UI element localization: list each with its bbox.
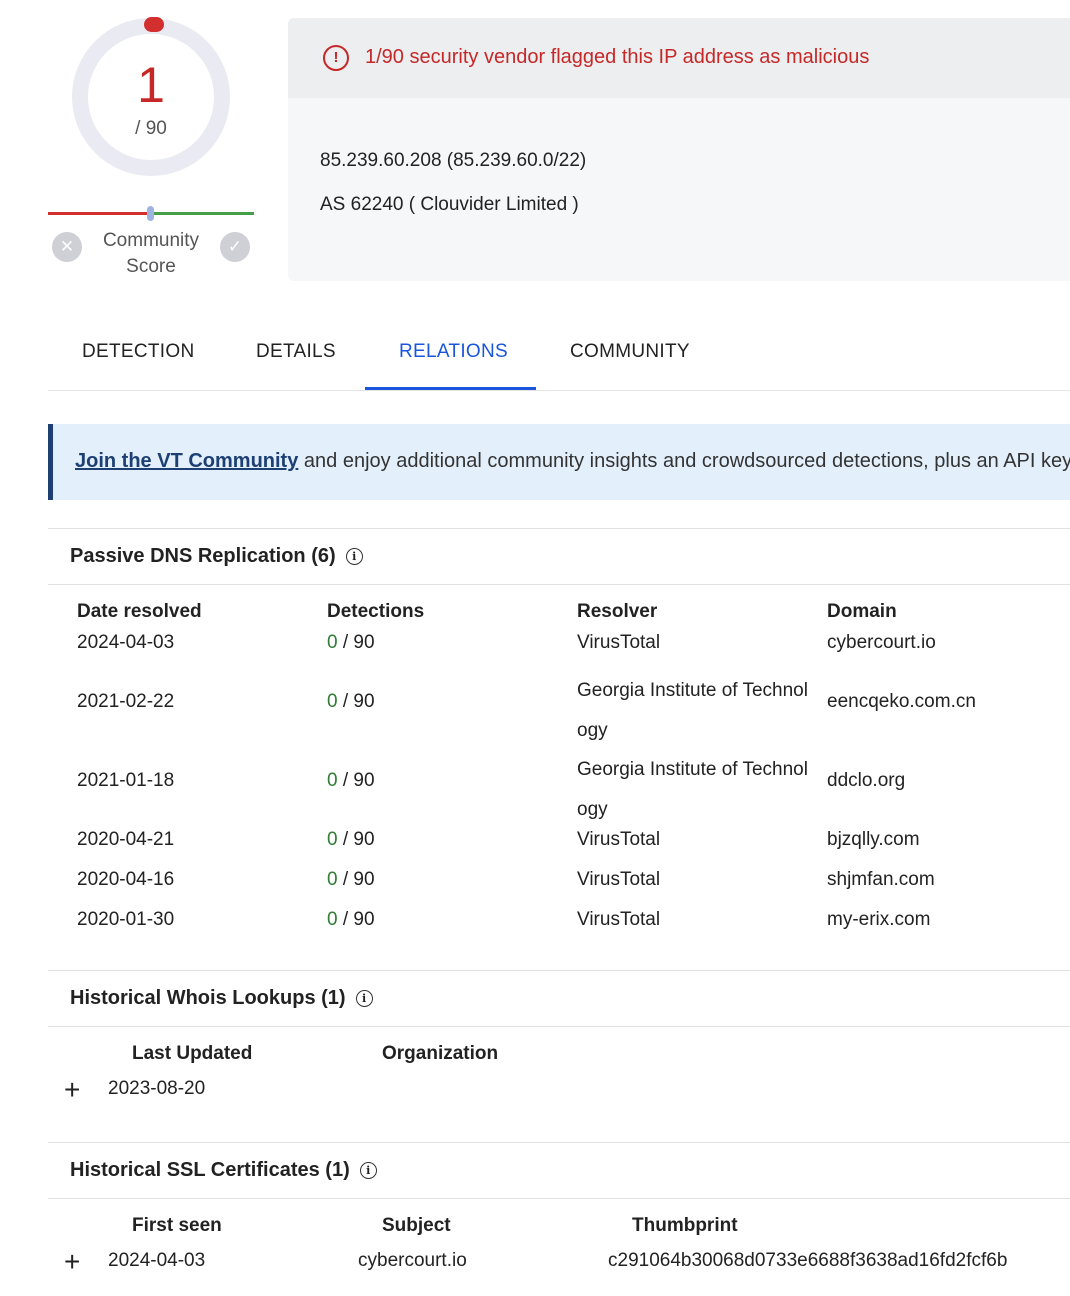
col-detections: Detections [327, 601, 425, 622]
divider [48, 1026, 1070, 1027]
dns-resolver: VirusTotal [577, 909, 661, 930]
dns-domain-link[interactable]: cybercourt.io [827, 632, 936, 654]
expand-row-button[interactable]: + [64, 1248, 80, 1276]
alert-icon: ! [323, 45, 349, 71]
plus-icon: + [64, 1246, 81, 1277]
dns-domain-link[interactable]: shjmfan.com [827, 869, 935, 891]
dns-date: 2020-01-30 [77, 909, 175, 930]
dns-resolver: VirusTotal [577, 829, 661, 850]
community-score-label: Community Score [102, 230, 200, 277]
tab-relations[interactable]: RELATIONS [399, 341, 508, 363]
malicious-count: 1 [137, 57, 165, 113]
info-icon[interactable]: i [359, 1162, 377, 1179]
col-resolver: Resolver [577, 601, 658, 622]
ssl-title: Historical SSL Certificates (1) i [70, 1159, 377, 1182]
divider [48, 1142, 1070, 1143]
banner-text: Join the VT Community and enjoy addition… [75, 450, 1070, 473]
dns-resolver: Georgia Institute of Technology [577, 759, 808, 820]
divider [48, 528, 1070, 529]
divider [48, 584, 1070, 585]
tabs-divider [48, 390, 1070, 391]
tab-detection[interactable]: DETECTION [82, 341, 194, 363]
upvote-button[interactable]: ✓ [220, 232, 250, 262]
dns-date: 2024-04-03 [77, 632, 175, 653]
join-community-link[interactable]: Join the VT Community [75, 450, 298, 472]
dns-resolver: VirusTotal [577, 632, 661, 653]
col-last-updated: Last Updated [132, 1043, 253, 1064]
passive-dns-title: Passive DNS Replication (6) i [70, 545, 363, 568]
dns-date: 2021-01-18 [77, 770, 175, 791]
info-icon[interactable]: i [355, 990, 373, 1007]
check-icon: ✓ [227, 237, 243, 256]
ip-address: 85.239.60.208 (85.239.60.0/22) [320, 150, 587, 171]
total-vendors: / 90 [135, 118, 167, 139]
dns-detections: 0 / 90 [327, 691, 375, 712]
dns-domain-link[interactable]: bjzqlly.com [827, 829, 920, 851]
expand-row-button[interactable]: + [64, 1076, 80, 1104]
gauge-marker [144, 17, 164, 32]
dns-domain-link[interactable]: my-erix.com [827, 909, 930, 931]
info-icon[interactable]: i [345, 548, 363, 565]
whois-title: Historical Whois Lookups (1) i [70, 987, 373, 1010]
col-first-seen: First seen [132, 1215, 222, 1236]
as-owner[interactable]: AS 62240 ( Clouvider Limited ) [320, 194, 579, 216]
tab-community[interactable]: COMMUNITY [570, 341, 690, 363]
dns-domain-link[interactable]: eencqeko.com.cn [827, 691, 976, 713]
divider [48, 970, 1070, 971]
col-organization: Organization [382, 1043, 499, 1064]
banner-message: and enjoy additional community insights … [298, 450, 1070, 472]
alert-text: 1/90 security vendor flagged this IP add… [365, 46, 870, 68]
ssl-subject: cybercourt.io [358, 1250, 467, 1271]
dns-date: 2020-04-21 [77, 829, 175, 850]
ssl-first-seen: 2024-04-03 [108, 1250, 206, 1271]
whois-date: 2023-08-20 [108, 1078, 206, 1099]
dns-resolver: VirusTotal [577, 869, 661, 890]
dns-resolver: Georgia Institute of Technology [577, 680, 808, 741]
community-score-marker [147, 206, 154, 221]
col-thumbprint: Thumbprint [632, 1215, 738, 1236]
downvote-button[interactable]: ✕ [52, 232, 82, 262]
active-tab-indicator [365, 387, 536, 390]
plus-icon: + [64, 1074, 81, 1105]
dns-detections: 0 / 90 [327, 632, 375, 653]
dns-date: 2021-02-22 [77, 691, 175, 712]
dns-domain-link[interactable]: ddclo.org [827, 770, 905, 792]
tab-details[interactable]: DETAILS [256, 341, 336, 363]
dns-detections: 0 / 90 [327, 770, 375, 791]
col-subject: Subject [382, 1215, 451, 1236]
dns-detections: 0 / 90 [327, 869, 375, 890]
col-date-resolved: Date resolved [77, 601, 202, 622]
community-score-bar-negative [48, 212, 150, 215]
dns-detections: 0 / 90 [327, 829, 375, 850]
ssl-thumbprint-link[interactable]: c291064b30068d0733e6688f3638ad16fd2fcf6b [608, 1250, 1007, 1272]
community-score-bar-positive [150, 212, 254, 215]
col-domain: Domain [827, 601, 897, 622]
divider [48, 1198, 1070, 1199]
dns-detections: 0 / 90 [327, 909, 375, 930]
dns-date: 2020-04-16 [77, 869, 175, 890]
close-icon: ✕ [59, 237, 75, 256]
